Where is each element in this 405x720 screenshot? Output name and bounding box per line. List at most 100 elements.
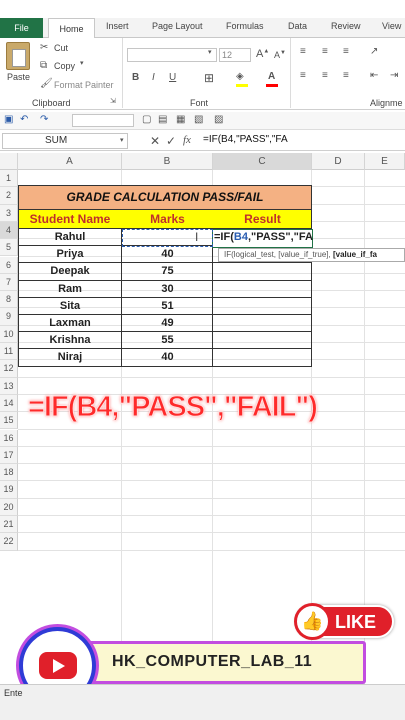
open-icon[interactable]: ▤ [158, 114, 167, 125]
row-header-20[interactable]: 20 [0, 498, 18, 516]
chevron-down-icon[interactable]: ▾ [120, 136, 124, 144]
chevron-down-icon[interactable]: ▾ [208, 48, 212, 56]
tab-home[interactable]: Home [48, 18, 95, 39]
student-name-cell[interactable]: Niraj [18, 351, 122, 363]
student-name-cell[interactable]: Rahul [18, 231, 122, 243]
student-name-cell[interactable]: Laxman [18, 317, 122, 329]
row-header-10[interactable]: 10 [0, 325, 18, 343]
row-header-11[interactable]: 11 [0, 343, 18, 361]
name-box[interactable]: SUM [2, 133, 128, 149]
row-header-6[interactable]: 6 [0, 256, 18, 274]
column-header-a[interactable]: A [18, 153, 122, 170]
column-header-d[interactable]: D [312, 153, 365, 170]
row-header-2[interactable]: 2 [0, 187, 18, 205]
row-header-3[interactable]: 3 [0, 204, 18, 222]
save-icon[interactable]: ▣ [4, 114, 13, 125]
row-header-7[interactable]: 7 [0, 273, 18, 292]
font-color-icon[interactable]: A [268, 71, 275, 82]
qat-dropdown[interactable] [72, 114, 134, 127]
font-name-dropdown[interactable] [127, 48, 217, 62]
formula-input[interactable]: =IF(B4,"PASS","FA [203, 134, 288, 145]
cut-button[interactable]: Cut [54, 43, 68, 53]
format-painter-button[interactable]: Format Painter [54, 80, 114, 90]
row-header-21[interactable]: 21 [0, 516, 18, 534]
customize-icon[interactable]: ▨ [214, 114, 223, 125]
align-middle-icon[interactable]: ≡ [322, 46, 328, 57]
column-header-b[interactable]: B [122, 153, 213, 170]
new-file-icon[interactable]: ▢ [142, 114, 151, 125]
tab-data[interactable]: Data [288, 21, 307, 31]
decrease-indent-icon[interactable]: ⇤ [370, 70, 378, 81]
student-name-cell[interactable]: Deepak [18, 265, 122, 277]
student-name-cell[interactable]: Krishna [18, 334, 122, 346]
align-top-icon[interactable]: ≡ [300, 46, 306, 57]
fill-color-icon[interactable]: ◈ [236, 71, 244, 82]
insert-function-icon[interactable]: fx [183, 134, 191, 146]
undo-icon[interactable]: ↶ [20, 114, 28, 125]
marks-cell[interactable]: 40 [122, 248, 213, 260]
grow-font-icon[interactable]: A▲ [256, 48, 269, 60]
student-name-cell[interactable]: Priya [18, 248, 122, 260]
tab-formulas[interactable]: Formulas [226, 21, 264, 31]
marks-cell[interactable]: 40 [122, 351, 213, 363]
marks-cell[interactable]: 75 [122, 265, 213, 277]
header-marks[interactable]: Marks [122, 212, 213, 226]
align-left-icon[interactable]: ≡ [300, 70, 306, 81]
row-header-16[interactable]: 16 [0, 429, 18, 447]
font-size-dropdown[interactable]: 12 [219, 48, 251, 62]
cell-editor[interactable]: =IF(B4,"PASS","FA [214, 231, 313, 243]
tab-insert[interactable]: Insert [106, 21, 129, 31]
copy-icon[interactable]: ⧉ [40, 60, 47, 71]
shrink-font-icon[interactable]: A▼ [274, 50, 286, 60]
paste-button[interactable]: Paste [7, 72, 30, 82]
paste-icon[interactable] [6, 42, 30, 70]
italic-icon[interactable]: I [152, 72, 155, 83]
chevron-down-icon[interactable]: ▾ [80, 59, 84, 67]
tab-file[interactable]: File [0, 18, 43, 38]
orientation-icon[interactable]: ↗ [370, 46, 378, 57]
row-header-17[interactable]: 17 [0, 446, 18, 465]
preview-icon[interactable]: ▧ [194, 114, 203, 125]
row-header-15[interactable]: 15 [0, 412, 18, 430]
marks-cell[interactable]: 55 [122, 334, 213, 346]
row-header-19[interactable]: 19 [0, 481, 18, 499]
dialog-launcher-icon[interactable]: ⇲ [110, 97, 116, 105]
redo-icon[interactable]: ↷ [40, 114, 48, 125]
row-header-4[interactable]: 4 [0, 221, 18, 240]
bold-icon[interactable]: B [132, 72, 139, 83]
student-name-cell[interactable]: Ram [18, 283, 122, 295]
underline-icon[interactable]: U [169, 72, 176, 83]
increase-indent-icon[interactable]: ⇥ [390, 70, 398, 81]
row-header-12[interactable]: 12 [0, 360, 18, 378]
row-header-13[interactable]: 13 [0, 377, 18, 395]
align-center-icon[interactable]: ≡ [322, 70, 328, 81]
tab-page-layout[interactable]: Page Layout [152, 21, 203, 31]
align-bottom-icon[interactable]: ≡ [343, 46, 349, 57]
format-painter-icon[interactable]: 🖌 [40, 78, 53, 89]
header-result[interactable]: Result [213, 212, 312, 226]
row-header-8[interactable]: 8 [0, 291, 18, 309]
student-name-cell[interactable]: Sita [18, 300, 122, 312]
cancel-icon[interactable]: ✕ [150, 134, 160, 148]
tab-view[interactable]: View [382, 21, 401, 31]
marks-cell[interactable]: 49 [122, 317, 213, 329]
borders-icon[interactable]: ⊞ [204, 71, 214, 85]
row-header-5[interactable]: 5 [0, 239, 18, 257]
enter-icon[interactable]: ✓ [166, 134, 176, 148]
select-all-corner[interactable] [0, 153, 18, 170]
print-icon[interactable]: ▦ [176, 114, 185, 125]
column-header-c[interactable]: C [213, 153, 312, 170]
row-header-14[interactable]: 14 [0, 394, 18, 413]
marks-cell[interactable]: 30 [122, 283, 213, 295]
header-student-name[interactable]: Student Name [18, 212, 122, 226]
scissors-icon[interactable]: ✂ [40, 42, 48, 53]
row-header-1[interactable]: 1 [0, 170, 18, 188]
row-header-18[interactable]: 18 [0, 464, 18, 482]
column-header-e[interactable]: E [365, 153, 405, 170]
row-header-9[interactable]: 9 [0, 308, 18, 326]
copy-button[interactable]: Copy [54, 61, 75, 71]
marks-cell[interactable]: 51 [122, 300, 213, 312]
row-header-22[interactable]: 22 [0, 533, 18, 551]
align-right-icon[interactable]: ≡ [343, 70, 349, 81]
tab-review[interactable]: Review [331, 21, 361, 31]
